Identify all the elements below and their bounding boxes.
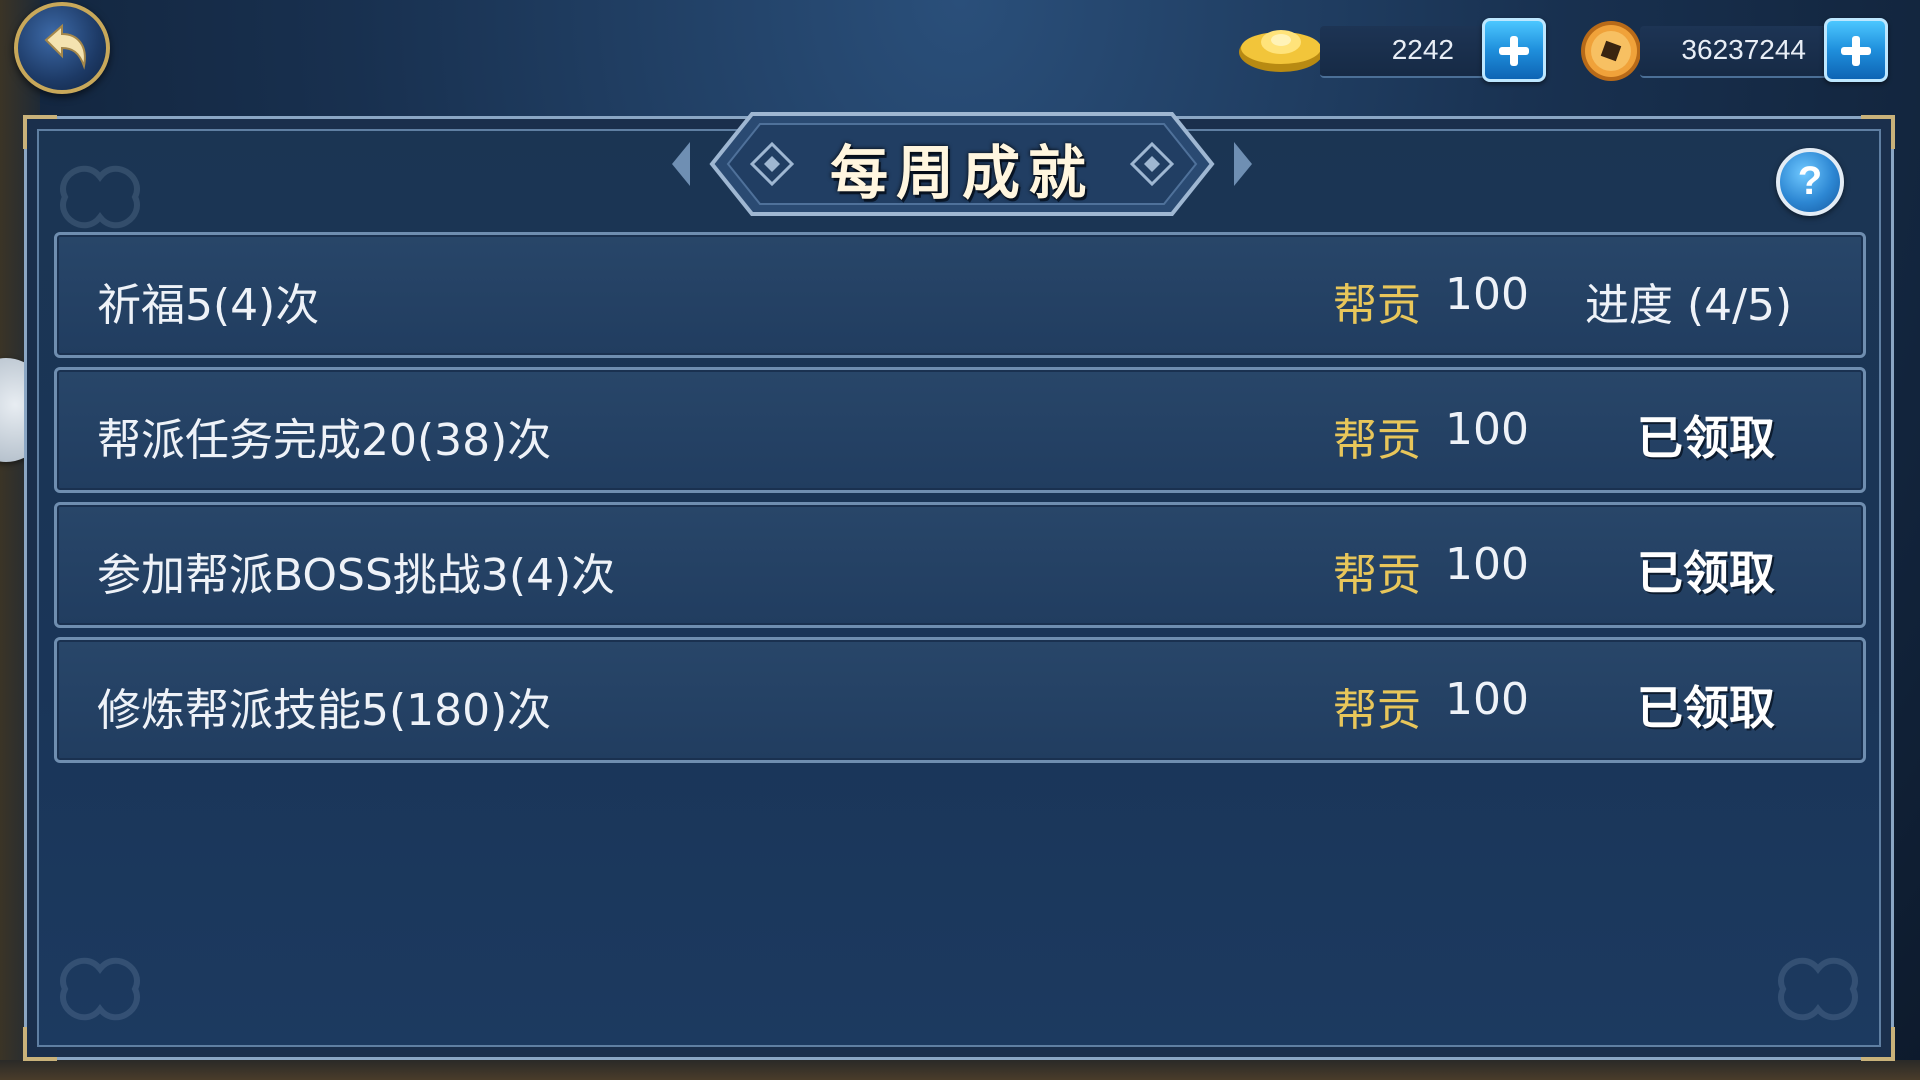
achievement-task: 祈福5(4)次 [97, 280, 320, 331]
reward-value: 100 [1445, 674, 1529, 725]
reward-label: 帮贡 [1333, 280, 1421, 331]
achievement-task: 帮派任务完成20(38)次 [97, 415, 552, 466]
achievement-task: 修炼帮派技能5(180)次 [97, 685, 552, 736]
achievement-row: 参加帮派BOSS挑战3(4)次 帮贡 100 已领取 [54, 502, 1866, 628]
reward-label: 帮贡 [1333, 415, 1421, 466]
achievement-progress: 进度 (4/5) [1585, 280, 1793, 331]
copper-coin-value: 36237244 [1681, 34, 1806, 65]
copper-coin-currency: 36237244 [1578, 18, 1890, 82]
achievement-row: 帮派任务完成20(38)次 帮贡 100 已领取 [54, 367, 1866, 493]
achievement-row: 修炼帮派技能5(180)次 帮贡 100 已领取 [54, 637, 1866, 763]
reward-value: 100 [1445, 269, 1529, 320]
panel-corner-ornament [1861, 115, 1895, 149]
back-arrow-icon [44, 23, 86, 70]
reward-value: 100 [1445, 404, 1529, 455]
achievement-row: 祈福5(4)次 帮贡 100 进度 (4/5) [54, 232, 1866, 358]
back-button[interactable] [14, 2, 110, 94]
cloud-swirl-ornament [60, 957, 140, 1021]
reward-label: 帮贡 [1333, 550, 1421, 601]
cloud-swirl-ornament [60, 165, 140, 229]
page-title: 每周成就 [829, 139, 1094, 207]
copper-coin-icon [1581, 21, 1641, 81]
reward-value: 100 [1445, 539, 1529, 590]
gold-ingot-value: 2242 [1391, 34, 1454, 65]
gold-ingot-currency: 2242 [1236, 18, 1548, 82]
gold-ingot-icon [1239, 30, 1323, 72]
reward-label: 帮贡 [1333, 685, 1421, 736]
cloud-swirl-ornament [1778, 957, 1858, 1021]
claimed-status: 已领取 [1637, 546, 1775, 600]
claimed-status: 已领取 [1637, 681, 1775, 735]
add-gold-ingot-button[interactable] [1482, 18, 1546, 82]
claimed-status: 已领取 [1637, 411, 1775, 465]
title-plaque: 每周成就 [672, 108, 1252, 220]
add-copper-coin-button[interactable] [1824, 18, 1888, 82]
question-mark-icon: ? [1797, 159, 1823, 203]
achievement-task: 参加帮派BOSS挑战3(4)次 [97, 550, 616, 601]
background-bottom-edge [0, 1060, 1920, 1080]
help-button[interactable]: ? [1776, 148, 1844, 216]
